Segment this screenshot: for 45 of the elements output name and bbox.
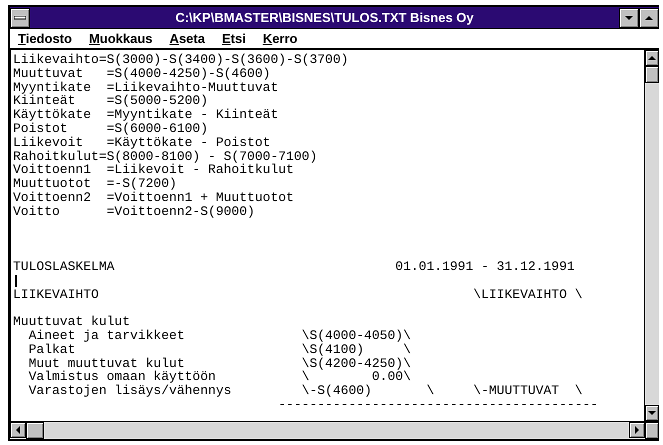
maximize-button[interactable] <box>639 8 659 28</box>
control-menu-button[interactable] <box>10 8 30 28</box>
up-triangle-icon <box>645 14 653 22</box>
down-arrow-icon <box>648 409 656 417</box>
text-area[interactable] <box>10 50 644 421</box>
scroll-right-button[interactable] <box>629 422 645 438</box>
left-arrow-icon <box>14 426 22 434</box>
text-line: Myyntikate =Liikevaihto-Muuttuvat <box>13 80 278 94</box>
text-line: ----------------------------------------- <box>277 398 598 412</box>
text-line: TULOSLASKELMA 01.01.1991 - 31.12.1991 <box>13 260 575 274</box>
text-line: Palkat \S(4100) \ <box>28 342 411 357</box>
text-line: Voittoenn2 =Voittoenn1 + Muuttuotot <box>13 190 294 205</box>
dash-icon <box>14 16 26 20</box>
text-line: Muuttuvat kulut <box>13 315 130 329</box>
menu-item[interactable]: Aseta <box>170 31 205 46</box>
text-line: Valmistus omaan käyttöön \ 0.00\ <box>28 370 411 384</box>
text-line: Muuttuotot =-S(7200) <box>13 177 177 191</box>
text-line: Voittoenn1 =Liikevoit - Rahoitkulut <box>13 163 294 178</box>
text-line: Muuttuvat =S(4000-4250)-S(4600) <box>13 66 270 81</box>
up-arrow-icon <box>648 54 656 62</box>
scroll-down-button[interactable] <box>645 405 659 421</box>
window-title: C:\KP\BMASTER\BISNES\TULOS.TXT Bisnes Oy <box>174 10 475 25</box>
scroll-thumb[interactable] <box>645 66 659 83</box>
text-line: Liikevaihto=S(3000)-S(3400)-S(3600)-S(3700) <box>13 53 348 67</box>
text-line: Kiinteät =S(5000-5200) <box>13 94 208 108</box>
scroll-left-button[interactable] <box>10 422 26 438</box>
text-line: Käyttökate =Myyntikate - Kiinteät <box>13 108 278 122</box>
text-line: Aineet ja tarvikkeet \S(4000-4050)\ <box>28 328 411 343</box>
text-line: Liikevoit =Käyttökate - Poistot <box>13 136 270 150</box>
menu-item[interactable]: Tiedosto <box>18 31 72 46</box>
text-line: Voitto =Voittoenn2-S(9000) <box>13 204 255 219</box>
menu-item[interactable]: Kerro <box>262 31 298 46</box>
scroll-up-button[interactable] <box>645 50 659 66</box>
menu-item[interactable]: Etsi <box>222 31 246 46</box>
text-cursor <box>15 274 17 287</box>
menu-item[interactable]: Muokkaus <box>88 31 153 46</box>
text-line: Varastojen lisäys/vähennys \-S(4600) \ \-MUUTTUVAT \ <box>28 384 582 398</box>
right-arrow-icon <box>633 426 641 434</box>
down-triangle-icon <box>625 14 633 22</box>
scroll-thumb[interactable] <box>26 422 44 439</box>
text-line: Muut muuttuvat kulut \S(4200-4250)\ <box>28 356 411 370</box>
minimize-button[interactable] <box>619 8 639 28</box>
text-line: LIIKEVAIHTO \LIIKEVAIHTO \ <box>13 288 582 302</box>
text-line: Poistot =S(6000-6100) <box>13 122 208 136</box>
text-line: Rahoitkulut=S(8000-8100) - S(7000-7100) <box>13 150 318 164</box>
